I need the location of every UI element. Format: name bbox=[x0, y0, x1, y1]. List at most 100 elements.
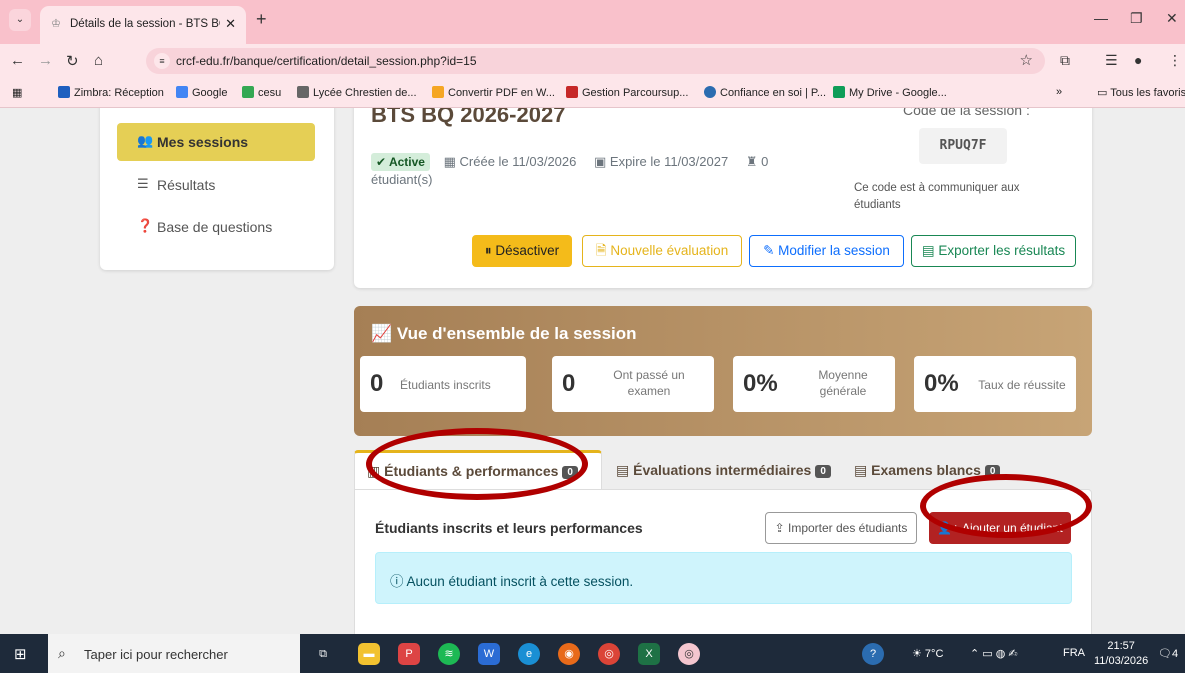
notification-icon[interactable]: 🗨4 bbox=[1158, 647, 1178, 660]
lycee-icon bbox=[297, 86, 309, 98]
site-info-icon[interactable]: ≡ bbox=[154, 53, 170, 69]
confiance-icon bbox=[704, 86, 716, 98]
folder-icon: ▭ bbox=[1097, 87, 1111, 99]
spotify-icon[interactable]: ≋ bbox=[438, 643, 460, 665]
weather-icon: ☀ bbox=[912, 648, 925, 660]
bookmarks-bar: ▦ Zimbra: Réception Google cesu Lycée Ch… bbox=[0, 78, 1185, 108]
reading-list-icon[interactable]: ☰ bbox=[1105, 52, 1118, 69]
sidebar-item-base-de-questions[interactable]: ❓ Base de questions bbox=[117, 208, 315, 246]
search-icon: ⌕ bbox=[58, 645, 66, 661]
taskbar-clock[interactable]: 21:57 11/03/2026 bbox=[1094, 639, 1148, 669]
users-icon: 👥 bbox=[137, 133, 154, 148]
deactivate-button[interactable]: ⏸ Désactiver bbox=[472, 235, 572, 267]
bookmark-cesu[interactable]: cesu bbox=[242, 86, 281, 99]
import-students-button[interactable]: ⇪ Importer des étudiants bbox=[765, 512, 917, 544]
weather-widget[interactable]: ☀ 7°C bbox=[912, 647, 943, 660]
edge-icon[interactable]: e bbox=[518, 643, 540, 665]
favicon-icon: ♔ bbox=[51, 18, 61, 30]
panel-title: Étudiants inscrits et leurs performances bbox=[375, 520, 643, 536]
list-icon: ☰ bbox=[137, 176, 149, 191]
bookmark-zimbra[interactable]: Zimbra: Réception bbox=[58, 86, 164, 99]
document-icon: ▤ bbox=[854, 462, 872, 478]
new-tab-button[interactable]: + bbox=[256, 9, 267, 30]
pause-icon: ⏸ bbox=[484, 243, 496, 258]
address-bar[interactable]: ≡ crcf-edu.fr/banque/certification/detai… bbox=[146, 48, 1045, 74]
task-view-icon[interactable]: ⧉ bbox=[312, 643, 334, 665]
apps-grid-icon[interactable]: ▦ bbox=[12, 86, 22, 99]
close-tab-icon[interactable]: ✕ bbox=[225, 16, 236, 32]
pdf-converter-icon bbox=[432, 86, 444, 98]
minimize-icon[interactable]: — bbox=[1094, 10, 1108, 26]
annotation-circle-tab bbox=[366, 428, 588, 500]
zimbra-icon bbox=[58, 86, 70, 98]
new-evaluation-button[interactable]: 🗎 Nouvelle évaluation bbox=[582, 235, 742, 267]
word-icon[interactable]: W bbox=[478, 643, 500, 665]
forward-arrow-icon[interactable]: → bbox=[38, 52, 53, 69]
tab-count-badge: 0 bbox=[815, 465, 831, 478]
bookmark-confiance[interactable]: Confiance en soi | P... bbox=[704, 86, 826, 99]
import-icon: ⇪ bbox=[774, 521, 788, 535]
stat-success-rate: 0% Taux de réussite bbox=[914, 356, 1076, 412]
bookmark-lycee[interactable]: Lycée Chrestien de... bbox=[297, 86, 417, 99]
browser-tab-active[interactable]: ♔ Détails de la session - BTS BQ 2026-20… bbox=[40, 6, 246, 44]
language-indicator[interactable]: FRA bbox=[1063, 647, 1085, 659]
excel-icon: ▤ bbox=[921, 243, 939, 258]
sidebar-item-resultats[interactable]: ☰ Résultats bbox=[117, 166, 315, 204]
empty-students-alert: ⓘ Aucun étudiant inscrit à cette session… bbox=[375, 552, 1072, 604]
cesu-icon bbox=[242, 86, 254, 98]
google-icon bbox=[176, 86, 188, 98]
parcoursup-icon bbox=[566, 86, 578, 98]
powerpoint-icon[interactable]: P bbox=[398, 643, 420, 665]
excel-icon[interactable]: X bbox=[638, 643, 660, 665]
menu-kebab-icon[interactable]: ⋮ bbox=[1168, 52, 1182, 69]
clipboard-icon: ▤ bbox=[616, 462, 634, 478]
reload-icon[interactable]: ↻ bbox=[66, 52, 79, 70]
edit-session-button[interactable]: ✎ Modifier la session bbox=[749, 235, 904, 267]
all-bookmarks-folder[interactable]: ▭ Tous les favoris bbox=[1097, 86, 1185, 99]
bookmark-star-icon[interactable]: ☆ bbox=[1020, 51, 1033, 69]
file-icon: 🗎 bbox=[595, 243, 611, 258]
page-content: 👥 Mes sessions ☰ Résultats ❓ Base de que… bbox=[0, 108, 1185, 634]
stat-average: 0% Moyenne générale bbox=[733, 356, 895, 412]
question-icon: ❓ bbox=[137, 218, 154, 233]
home-icon[interactable]: ⌂ bbox=[94, 52, 103, 69]
session-title: BTS BQ 2026-2027 bbox=[371, 108, 566, 127]
windows-start-icon[interactable]: ⊞ bbox=[14, 645, 27, 663]
line-chart-icon: 📈 bbox=[371, 324, 397, 343]
calendar-icon: ▦ bbox=[443, 154, 460, 169]
tab-search-chevron-icon[interactable]: ⌄ bbox=[9, 9, 31, 31]
session-code-label: Code de la session : bbox=[903, 108, 1030, 118]
close-window-icon[interactable]: ✕ bbox=[1166, 10, 1178, 27]
firefox-icon[interactable]: ◉ bbox=[558, 643, 580, 665]
file-explorer-icon[interactable]: ▬ bbox=[358, 643, 380, 665]
annotation-circle-add-button bbox=[920, 474, 1092, 538]
session-code-note: Ce code est à communiquer aux étudiants bbox=[854, 182, 1020, 211]
browser-tab-bar: ⌄ ♔ Détails de la session - BTS BQ 2026-… bbox=[0, 0, 1185, 44]
back-arrow-icon[interactable]: ← bbox=[10, 52, 25, 69]
stat-enrolled: 0 Étudiants inscrits bbox=[360, 356, 526, 412]
extensions-icon[interactable]: ⧉ bbox=[1060, 52, 1070, 69]
session-card: BTS BQ 2026-2027 ✔ Active ▦ Créée le 11/… bbox=[354, 108, 1092, 288]
chrome-profile-icon[interactable]: ◎ bbox=[678, 643, 700, 665]
google-drive-icon bbox=[833, 86, 845, 98]
restore-icon[interactable]: ❐ bbox=[1130, 10, 1143, 27]
bookmark-google[interactable]: Google bbox=[176, 86, 227, 99]
profile-icon[interactable]: ● bbox=[1134, 52, 1142, 68]
address-url[interactable]: crcf-edu.fr/banque/certification/detail_… bbox=[176, 54, 477, 68]
edit-icon: ✎ bbox=[763, 243, 779, 258]
help-icon[interactable]: ? bbox=[862, 643, 884, 665]
system-tray-icons[interactable]: ⌃ ▭ ◍ ✍ bbox=[970, 647, 1018, 660]
chrome-icon[interactable]: ◎ bbox=[598, 643, 620, 665]
bookmark-parcoursup[interactable]: Gestion Parcoursup... bbox=[566, 86, 688, 99]
browser-toolbar: ← → ↻ ⌂ ≡ crcf-edu.fr/banque/certificati… bbox=[0, 44, 1185, 78]
tabs-section: ▥ Étudiants & performances 0 ▤ Évaluation… bbox=[354, 428, 1092, 634]
bookmark-my-drive[interactable]: My Drive - Google... bbox=[833, 86, 947, 99]
sidebar-item-mes-sessions[interactable]: 👥 Mes sessions bbox=[117, 123, 315, 161]
status-badge: ✔ Active bbox=[371, 153, 430, 171]
taskbar-search[interactable]: ⌕ Taper ici pour rechercher bbox=[48, 634, 300, 673]
export-results-button[interactable]: ▤ Exporter les résultats bbox=[911, 235, 1076, 267]
session-overview: 📈 Vue d'ensemble de la session 0 Étudian… bbox=[354, 306, 1092, 436]
bookmarks-overflow-button[interactable]: » bbox=[1056, 86, 1062, 98]
student-count-label: étudiant(s) bbox=[371, 172, 433, 187]
bookmark-convertir-pdf[interactable]: Convertir PDF en W... bbox=[432, 86, 555, 99]
